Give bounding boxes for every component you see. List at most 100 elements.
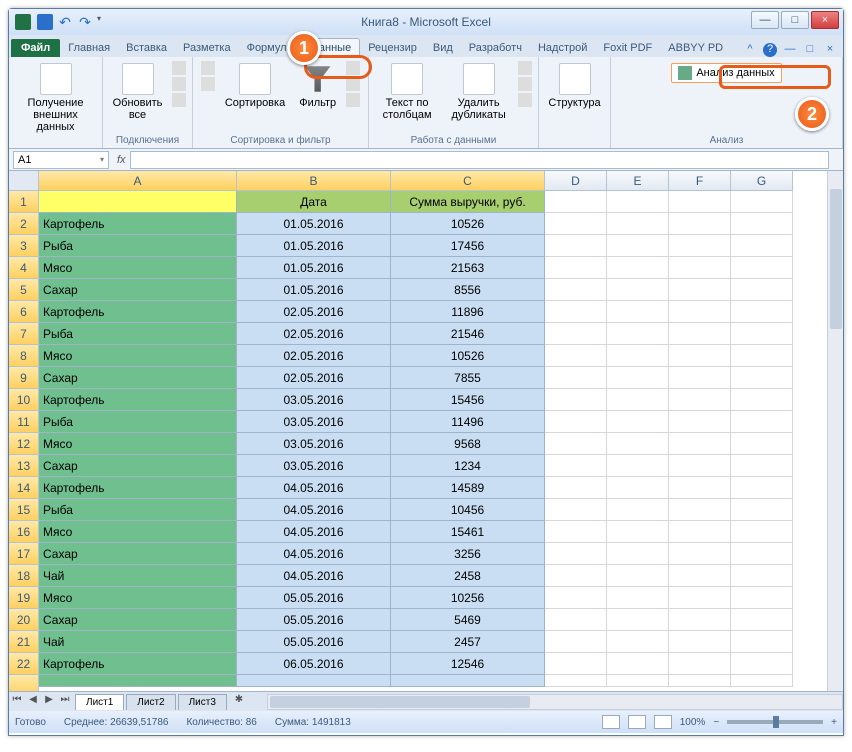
cell-B21[interactable]: 05.05.2016 [237,631,391,653]
column-header-D[interactable]: D [545,171,607,191]
doc-close-icon[interactable]: × [823,43,837,57]
row-header-4[interactable]: 4 [9,257,39,279]
row-header-5[interactable]: 5 [9,279,39,301]
cell-C4[interactable]: 21563 [391,257,545,279]
cell-B3[interactable]: 01.05.2016 [237,235,391,257]
cell-B9[interactable]: 02.05.2016 [237,367,391,389]
row-header-2[interactable]: 2 [9,213,39,235]
view-normal-button[interactable] [602,715,620,729]
cell-G3[interactable] [731,235,793,257]
cell-B11[interactable]: 03.05.2016 [237,411,391,433]
cell-A11[interactable]: Рыба [39,411,237,433]
tab-view[interactable]: Вид [425,39,461,57]
row-header-13[interactable]: 13 [9,455,39,477]
connections-button[interactable] [172,61,186,75]
cell-F1[interactable] [669,191,731,213]
tab-layout[interactable]: Разметка [175,39,239,57]
reapply-button[interactable] [346,77,360,91]
cell-G14[interactable] [731,477,793,499]
view-pagebreak-button[interactable] [654,715,672,729]
formula-bar[interactable] [130,151,829,169]
cell-B18[interactable]: 04.05.2016 [237,565,391,587]
cell-C16[interactable]: 15461 [391,521,545,543]
row-header-17[interactable]: 17 [9,543,39,565]
cell-G19[interactable] [731,587,793,609]
hscroll-thumb[interactable] [270,696,530,708]
tab-foxit[interactable]: Foxit PDF [595,39,660,57]
whatif-button[interactable] [518,93,532,107]
fx-icon[interactable]: fx [117,154,126,166]
column-header-A[interactable]: A [39,171,237,191]
data-validation-button[interactable] [518,61,532,75]
cell-A3[interactable]: Рыба [39,235,237,257]
cell-B22[interactable]: 06.05.2016 [237,653,391,675]
cell-E4[interactable] [607,257,669,279]
cell-C19[interactable]: 10256 [391,587,545,609]
cell-A21[interactable]: Чай [39,631,237,653]
cell-A23[interactable] [39,675,237,687]
cell-F10[interactable] [669,389,731,411]
minimize-button[interactable]: — [751,11,779,29]
filter-button[interactable]: Фильтр [295,61,340,111]
cell-E8[interactable] [607,345,669,367]
text-to-columns-button[interactable]: Текст по столбцам [375,61,439,123]
tab-developer[interactable]: Разработч [461,39,530,57]
cell-D21[interactable] [545,631,607,653]
cell-E11[interactable] [607,411,669,433]
cell-C2[interactable]: 10526 [391,213,545,235]
cell-B8[interactable]: 02.05.2016 [237,345,391,367]
cell-A8[interactable]: Мясо [39,345,237,367]
cell-E12[interactable] [607,433,669,455]
view-layout-button[interactable] [628,715,646,729]
cell-D22[interactable] [545,653,607,675]
cell-C21[interactable]: 2457 [391,631,545,653]
cell-E15[interactable] [607,499,669,521]
cell-G18[interactable] [731,565,793,587]
name-box[interactable]: A1▾ [13,151,109,169]
cell-B4[interactable]: 01.05.2016 [237,257,391,279]
cell-D12[interactable] [545,433,607,455]
cell-D2[interactable] [545,213,607,235]
doc-restore-icon[interactable]: □ [803,43,817,57]
cell-F14[interactable] [669,477,731,499]
cell-A22[interactable]: Картофель [39,653,237,675]
cell-C22[interactable]: 12546 [391,653,545,675]
cell-G20[interactable] [731,609,793,631]
cell-C12[interactable]: 9568 [391,433,545,455]
cell-G8[interactable] [731,345,793,367]
cell-G22[interactable] [731,653,793,675]
cell-C20[interactable]: 5469 [391,609,545,631]
cell-G12[interactable] [731,433,793,455]
cell-G2[interactable] [731,213,793,235]
save-icon[interactable] [37,14,53,30]
cell-D23[interactable] [545,675,607,687]
cell-F13[interactable] [669,455,731,477]
row-header-19[interactable]: 19 [9,587,39,609]
cell-B16[interactable]: 04.05.2016 [237,521,391,543]
doc-min-icon[interactable]: — [783,43,797,57]
tab-file[interactable]: Файл [11,39,60,57]
cell-G10[interactable] [731,389,793,411]
sheet-tab-3[interactable]: Лист3 [178,694,227,710]
cell-B14[interactable]: 04.05.2016 [237,477,391,499]
column-header-F[interactable]: F [669,171,731,191]
cell-G4[interactable] [731,257,793,279]
next-sheet-button[interactable]: ▶ [41,694,57,710]
cell-E16[interactable] [607,521,669,543]
cell-C11[interactable]: 11496 [391,411,545,433]
cell-G16[interactable] [731,521,793,543]
cell-F9[interactable] [669,367,731,389]
cell-C1[interactable]: Сумма выручки, руб. [391,191,545,213]
cell-E19[interactable] [607,587,669,609]
cell-E22[interactable] [607,653,669,675]
row-header-14[interactable]: 14 [9,477,39,499]
row-header-7[interactable]: 7 [9,323,39,345]
cell-E13[interactable] [607,455,669,477]
remove-duplicates-button[interactable]: Удалить дубликаты [445,61,512,123]
tab-addins[interactable]: Надстрой [530,39,595,57]
cell-D8[interactable] [545,345,607,367]
cell-C13[interactable]: 1234 [391,455,545,477]
outline-button[interactable]: Структура [544,61,604,111]
redo-icon[interactable]: ↷ [77,14,93,30]
cell-C9[interactable]: 7855 [391,367,545,389]
